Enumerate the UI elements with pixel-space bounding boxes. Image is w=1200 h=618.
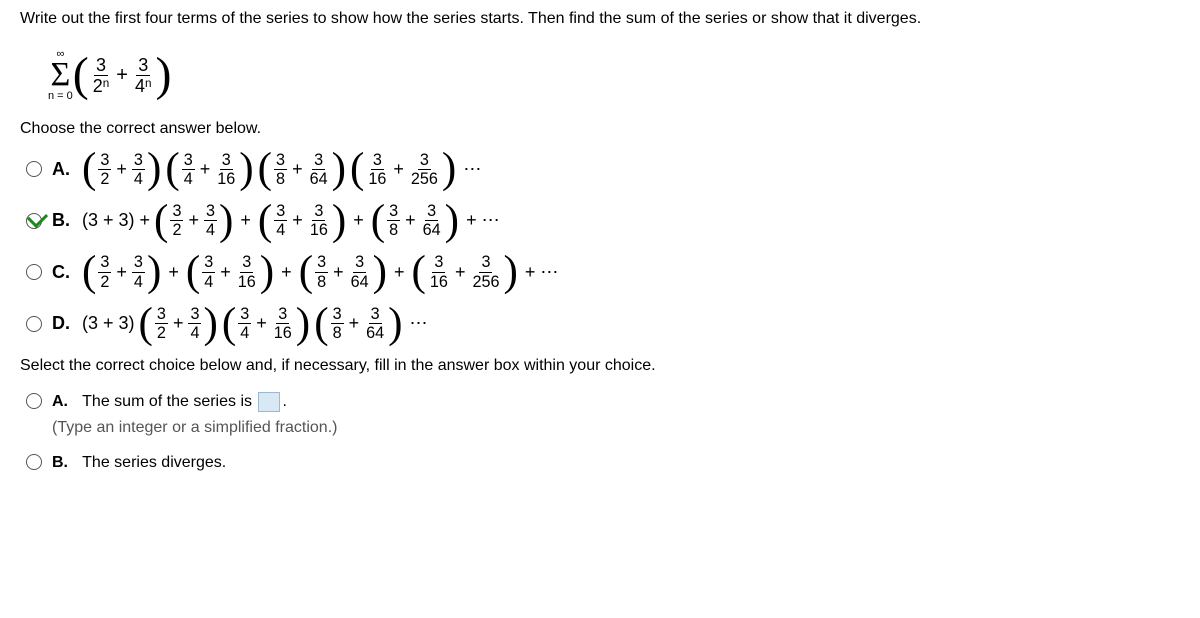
radio-b[interactable] <box>26 213 42 229</box>
option-c[interactable]: C. 32+34 + 34+316 + 38+364 + 316+3256 + … <box>26 254 1180 289</box>
option-d[interactable]: D. (3 + 3) 32+34 34+316 38+364 ⋯ <box>26 306 1180 341</box>
followup-a[interactable]: A. The sum of the series is . (Type an i… <box>26 389 1180 440</box>
series-expression: ∞ Σ n = 0 32n + 34n <box>48 40 1180 102</box>
radio-followup-b[interactable] <box>26 454 42 470</box>
followup-b[interactable]: B. The series diverges. <box>26 450 1180 476</box>
option-c-math: 32+34 + 34+316 + 38+364 + 316+3256 + ⋯ <box>82 254 558 289</box>
option-b[interactable]: B. (3 + 3) + 32+34 + 34+316 + 38+364 + ⋯ <box>26 203 1180 238</box>
radio-c[interactable] <box>26 264 42 280</box>
answer-input[interactable] <box>258 392 280 412</box>
radio-a[interactable] <box>26 161 42 177</box>
option-a[interactable]: A. 32+34 34+316 38+364 316+3256 ⋯ <box>26 152 1180 187</box>
prompt-choose: Choose the correct answer below. <box>20 120 1180 138</box>
option-a-math: 32+34 34+316 38+364 316+3256 ⋯ <box>82 152 481 187</box>
radio-d[interactable] <box>26 316 42 332</box>
prompt-select: Select the correct choice below and, if … <box>20 357 1180 375</box>
instruction-text: Write out the first four terms of the se… <box>20 10 1180 28</box>
radio-followup-a[interactable] <box>26 393 42 409</box>
option-b-math: (3 + 3) + 32+34 + 34+316 + 38+364 + ⋯ <box>82 203 500 238</box>
option-d-math: (3 + 3) 32+34 34+316 38+364 ⋯ <box>82 306 428 341</box>
